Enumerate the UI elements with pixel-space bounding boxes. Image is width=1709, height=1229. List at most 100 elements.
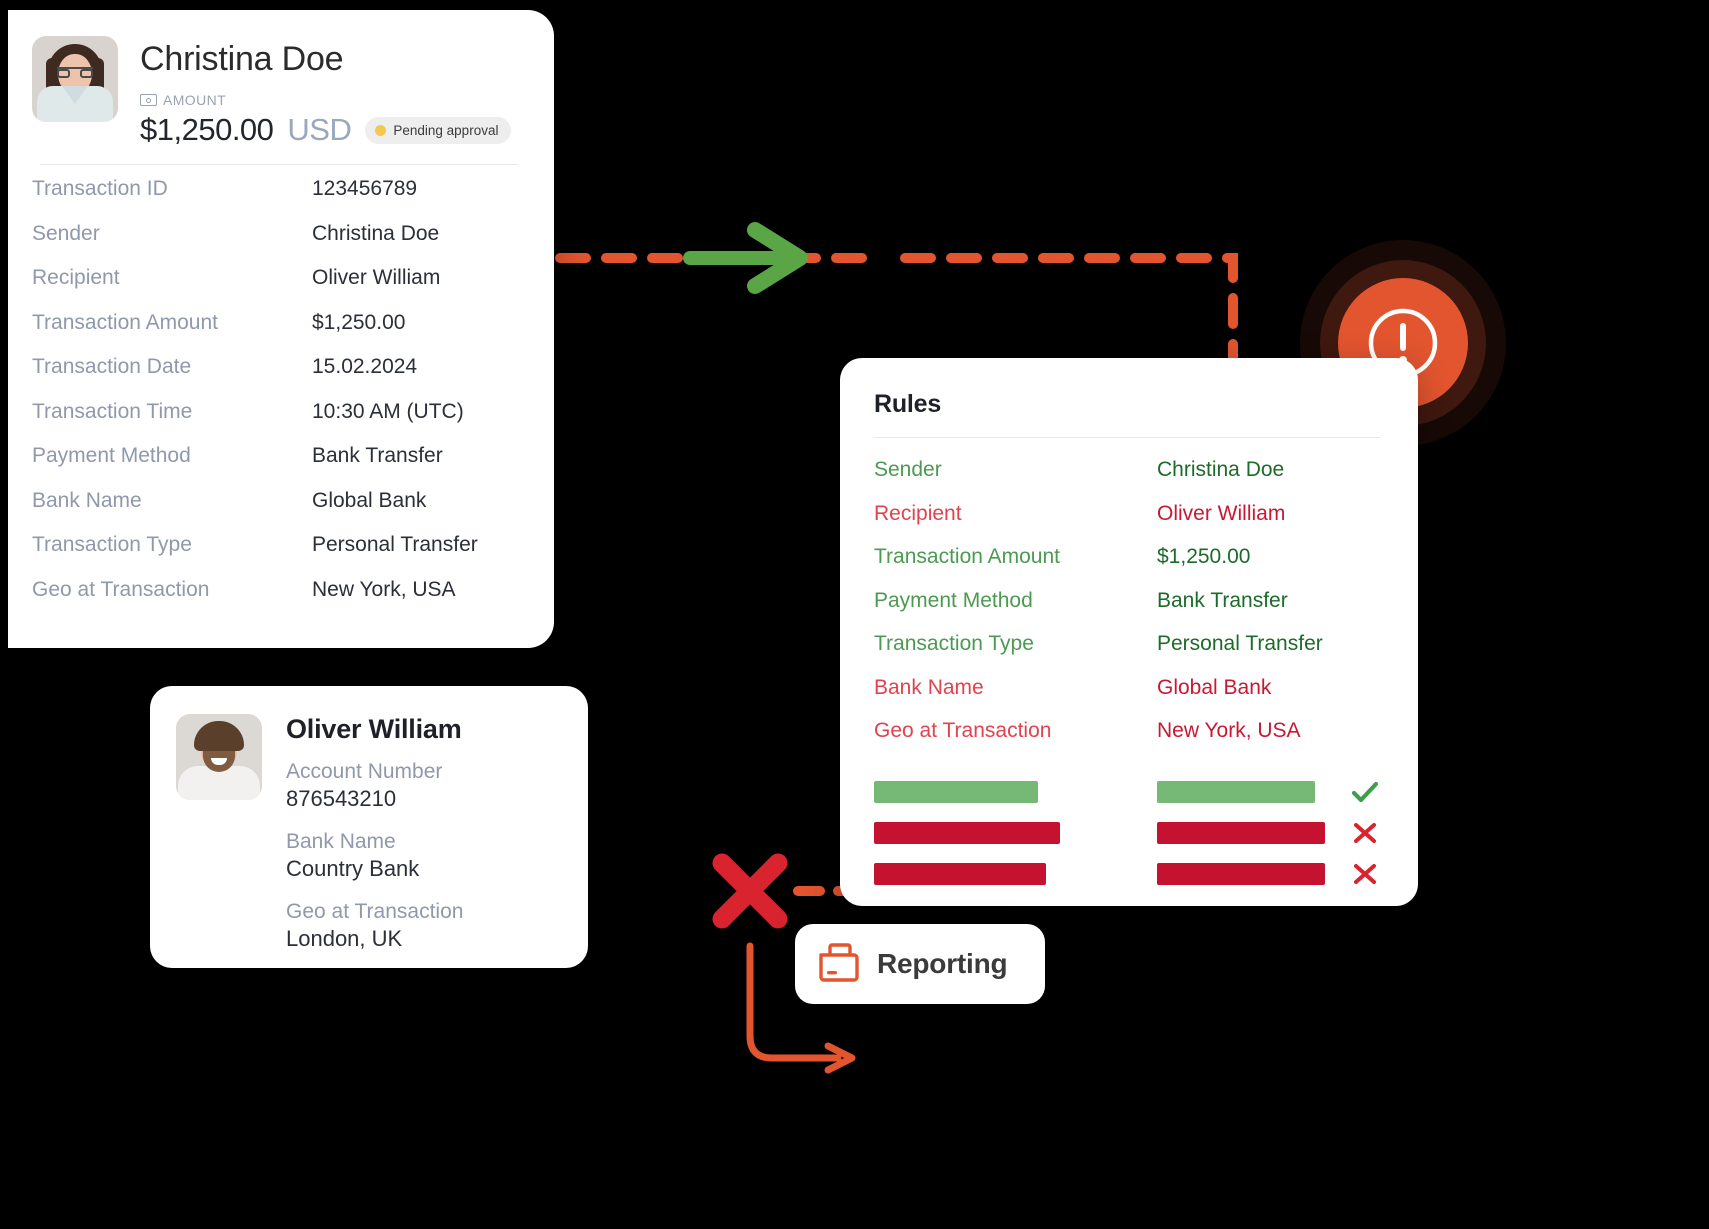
field-key: Geo at Transaction bbox=[32, 577, 210, 601]
rule-value: $1,250.00 bbox=[1157, 545, 1251, 568]
transaction-field-row: Bank Name Global Bank bbox=[32, 489, 520, 534]
recipient-field-key: Account Number bbox=[286, 760, 443, 783]
reporting-button[interactable]: Reporting bbox=[795, 924, 1045, 1004]
rule-bar-left bbox=[874, 821, 1060, 844]
rule-key: Geo at Transaction bbox=[874, 719, 1052, 742]
field-value: Personal Transfer bbox=[312, 533, 478, 556]
field-value: New York, USA bbox=[312, 577, 456, 601]
field-value: 15.02.2024 bbox=[312, 355, 418, 378]
recipient-field-key: Bank Name bbox=[286, 829, 396, 853]
field-key: Bank Name bbox=[32, 488, 142, 512]
transaction-field-row: Transaction Date 15.02.2024 bbox=[32, 355, 520, 400]
recipient-field-value: Country Bank bbox=[286, 856, 420, 882]
cash-icon bbox=[140, 94, 157, 106]
amount-value: $1,250.00 bbox=[140, 112, 274, 147]
rule-key: Transaction Type bbox=[874, 632, 1034, 655]
transaction-field-row: Geo at Transaction New York, USA bbox=[32, 578, 520, 623]
field-value: Oliver William bbox=[312, 266, 441, 289]
transaction-field-row: Transaction Type Personal Transfer bbox=[32, 533, 520, 578]
rules-field-list: Sender Christina Doe Recipient Oliver Willi… bbox=[874, 458, 1380, 763]
rule-row: Sender Christina Doe bbox=[874, 458, 1380, 502]
cross-mark-icon bbox=[1350, 861, 1380, 887]
rule-bar-row bbox=[874, 818, 1380, 848]
amount-row: $1,250.00 USD Pending approval bbox=[140, 112, 520, 148]
field-value: Global Bank bbox=[312, 488, 427, 512]
field-key: Payment Method bbox=[32, 444, 191, 467]
diagram-canvas: Christina Doe AMOUNT $1,250.00 USD Pendi… bbox=[0, 0, 1709, 1229]
transaction-field-list: Transaction ID 123456789 Sender Christina D… bbox=[32, 177, 520, 622]
rule-value: Bank Transfer bbox=[1157, 588, 1288, 612]
field-key: Recipient bbox=[32, 266, 120, 289]
rule-bar-left bbox=[874, 862, 1046, 885]
rule-value: Personal Transfer bbox=[1157, 632, 1323, 655]
folder-icon bbox=[817, 941, 861, 988]
rule-key: Bank Name bbox=[874, 675, 984, 699]
rule-bar-right bbox=[1157, 780, 1315, 803]
rules-divider bbox=[874, 437, 1380, 438]
transaction-field-row: Transaction Time 10:30 AM (UTC) bbox=[32, 400, 520, 445]
rule-row: Transaction Amount $1,250.00 bbox=[874, 545, 1380, 589]
rule-bar-right bbox=[1157, 821, 1325, 844]
field-key: Transaction Time bbox=[32, 399, 193, 423]
rule-value: New York, USA bbox=[1157, 719, 1301, 742]
rules-title: Rules bbox=[874, 390, 942, 418]
rule-value: Global Bank bbox=[1157, 675, 1272, 699]
rules-bar-list bbox=[874, 777, 1380, 889]
field-key: Transaction ID bbox=[32, 177, 168, 200]
arrowhead-green-icon bbox=[747, 222, 808, 294]
field-value: Bank Transfer bbox=[312, 444, 443, 467]
status-badge-label: Pending approval bbox=[393, 122, 499, 138]
christina-doe-avatar bbox=[32, 36, 118, 122]
field-key: Transaction Amount bbox=[32, 310, 218, 334]
field-value: 123456789 bbox=[312, 177, 418, 200]
rule-key: Payment Method bbox=[874, 588, 1033, 612]
recipient-field-list: Account Number 876543210 Bank Name Country … bbox=[286, 759, 562, 954]
rule-row: Payment Method Bank Transfer bbox=[874, 589, 1380, 633]
reporting-label: Reporting bbox=[877, 948, 1008, 979]
cross-mark-icon bbox=[712, 853, 788, 929]
field-key: Transaction Date bbox=[32, 355, 192, 378]
rule-row: Geo at Transaction New York, USA bbox=[874, 719, 1380, 763]
rule-bar-right bbox=[1157, 862, 1325, 885]
amount-currency: USD bbox=[287, 112, 352, 147]
check-mark-icon bbox=[1350, 779, 1380, 805]
transaction-field-row: Recipient Oliver William bbox=[32, 266, 520, 311]
rule-key: Recipient bbox=[874, 501, 962, 525]
recipient-field-value: London, UK bbox=[286, 925, 403, 951]
field-value: Christina Doe bbox=[312, 221, 440, 245]
field-value: 10:30 AM (UTC) bbox=[312, 399, 464, 423]
sender-name: Christina Doe bbox=[140, 40, 344, 78]
rule-value: Christina Doe bbox=[1157, 458, 1285, 481]
rule-value: Oliver William bbox=[1157, 501, 1286, 525]
transaction-field-row: Sender Christina Doe bbox=[32, 222, 520, 267]
rule-bar-left bbox=[874, 780, 1038, 803]
field-key: Sender bbox=[32, 221, 100, 245]
transaction-field-row: Transaction Amount $1,250.00 bbox=[32, 311, 520, 356]
arrowhead-reporting-icon bbox=[824, 1042, 856, 1074]
status-dot-icon bbox=[375, 124, 387, 136]
status-badge: Pending approval bbox=[365, 116, 512, 144]
card-divider bbox=[40, 164, 518, 165]
rule-key: Transaction Amount bbox=[874, 545, 1060, 568]
recipient-field-key: Geo at Transaction bbox=[286, 899, 464, 923]
recipient-name: Oliver William bbox=[286, 714, 462, 744]
transaction-card-header: Christina Doe AMOUNT $1,250.00 USD Pendi… bbox=[32, 36, 520, 148]
transaction-detail-card: Christina Doe AMOUNT $1,250.00 USD Pendi… bbox=[8, 10, 554, 648]
rule-bar-row bbox=[874, 859, 1380, 889]
rule-bar-row bbox=[874, 777, 1380, 807]
rules-card: Rules Sender Christina Doe Recipient Oliver… bbox=[840, 358, 1418, 906]
recipient-card-header: Oliver William Account Number 876543210 Ba… bbox=[176, 714, 562, 954]
amount-label-row: AMOUNT bbox=[140, 92, 520, 108]
rule-key: Sender bbox=[874, 458, 942, 481]
rule-row: Bank Name Global Bank bbox=[874, 676, 1380, 720]
rule-row: Recipient Oliver William bbox=[874, 502, 1380, 546]
transaction-field-row: Payment Method Bank Transfer bbox=[32, 444, 520, 489]
field-key: Transaction Type bbox=[32, 533, 192, 556]
field-value: $1,250.00 bbox=[312, 310, 406, 334]
oliver-william-avatar bbox=[176, 714, 262, 800]
rule-row: Transaction Type Personal Transfer bbox=[874, 632, 1380, 676]
amount-label: AMOUNT bbox=[163, 92, 227, 108]
recipient-field-value: 876543210 bbox=[286, 786, 397, 812]
recipient-detail-card: Oliver William Account Number 876543210 Ba… bbox=[150, 686, 588, 968]
transaction-field-row: Transaction ID 123456789 bbox=[32, 177, 520, 222]
